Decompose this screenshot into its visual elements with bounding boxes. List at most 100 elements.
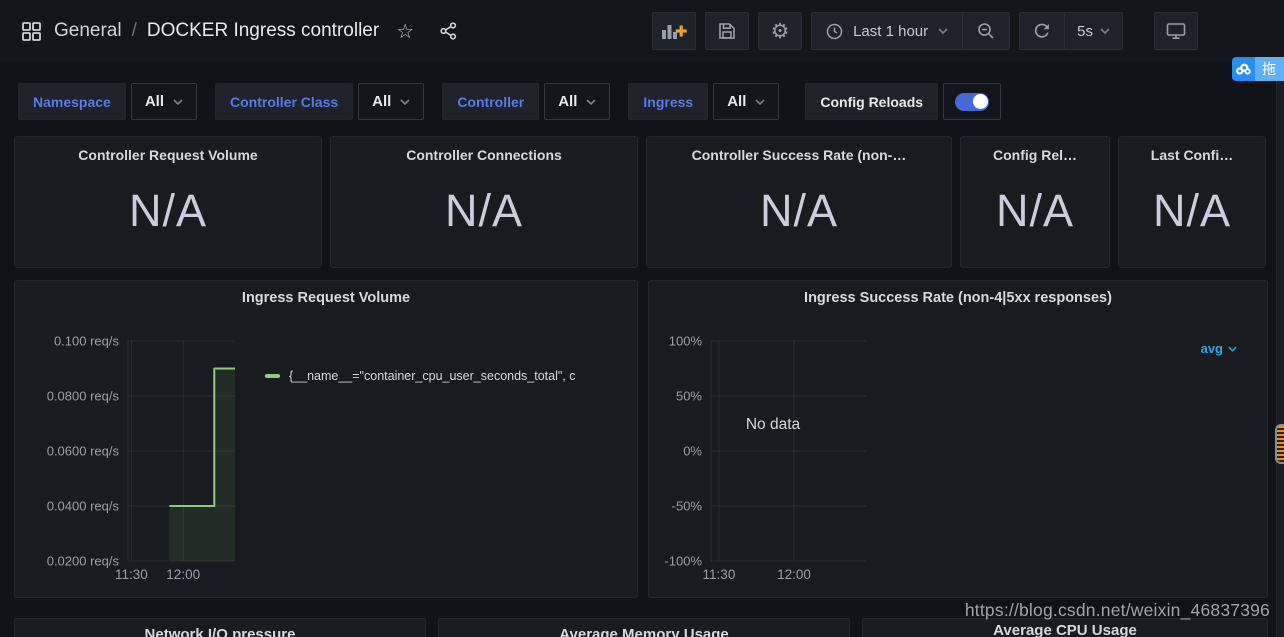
- variable-namespace-select[interactable]: All: [131, 83, 197, 120]
- refresh-button[interactable]: [1020, 13, 1064, 49]
- svg-text:0.0800 req/s: 0.0800 req/s: [47, 389, 120, 404]
- clock-icon: [826, 23, 843, 40]
- save-dashboard-button[interactable]: [705, 12, 749, 50]
- stat-value: N/A: [129, 155, 207, 267]
- variable-controller-class-label: Controller Class: [215, 83, 353, 120]
- variable-controller: Controller All: [442, 83, 610, 120]
- add-panel-button[interactable]: [652, 12, 696, 50]
- svg-text:0.0600 req/s: 0.0600 req/s: [47, 444, 120, 459]
- variable-controller-select[interactable]: All: [544, 83, 610, 120]
- stat-panel-controller-request-volume: Controller Request Volume N/A: [14, 136, 322, 268]
- legend-avg-dropdown[interactable]: avg: [1201, 341, 1237, 356]
- graph-panel-network-io-pressure: Network I/O pressure: [14, 618, 426, 637]
- variable-namespace-value: All: [145, 93, 164, 110]
- chevron-down-icon: [938, 28, 948, 34]
- svg-text:11:30: 11:30: [703, 567, 736, 582]
- variable-controller-class-select[interactable]: All: [358, 83, 424, 120]
- dashboard-settings-button[interactable]: ⚙: [758, 12, 802, 50]
- svg-text:50%: 50%: [676, 389, 702, 404]
- graph-panels-row: Ingress Request Volume 0.100 req/s0.0800…: [14, 280, 1284, 598]
- config-reloads-label: Config Reloads: [805, 83, 938, 120]
- stat-panel-config-reloads: Config Rel… N/A: [960, 136, 1110, 268]
- chevron-down-icon: [755, 99, 765, 105]
- svg-text:0.0200 req/s: 0.0200 req/s: [47, 554, 120, 569]
- legend-avg-label: avg: [1201, 341, 1223, 356]
- graph-panel-ingress-request-volume: Ingress Request Volume 0.100 req/s0.0800…: [14, 280, 638, 598]
- add-panel-icon: [661, 22, 687, 40]
- toggle-knob: [973, 94, 988, 109]
- breadcrumb-title[interactable]: DOCKER Ingress controller: [147, 20, 379, 42]
- chevron-down-icon: [1100, 28, 1110, 34]
- stat-panel-last-config: Last Confi… N/A: [1118, 136, 1266, 268]
- variable-ingress-label: Ingress: [628, 83, 708, 120]
- netdisk-cloud-icon: [1232, 57, 1255, 81]
- config-reloads-toggle[interactable]: [943, 83, 1001, 120]
- svg-text:12:00: 12:00: [777, 567, 811, 582]
- time-range-picker[interactable]: Last 1 hour: [812, 13, 962, 49]
- refresh-icon: [1033, 22, 1051, 40]
- svg-text:0.0400 req/s: 0.0400 req/s: [47, 499, 120, 514]
- variable-namespace-label: Namespace: [18, 83, 126, 120]
- drag-handle[interactable]: [1275, 424, 1284, 464]
- variable-ingress-value: All: [727, 93, 746, 110]
- watermark-url: https://blog.csdn.net/weixin_46837396: [965, 600, 1270, 621]
- svg-text:-100%: -100%: [664, 554, 702, 569]
- panel-title[interactable]: Average Memory Usage: [439, 626, 849, 637]
- svg-text:No data: No data: [746, 416, 801, 433]
- panel-title[interactable]: Average CPU Usage: [863, 622, 1267, 637]
- scrollbar[interactable]: [1276, 62, 1284, 637]
- variable-ingress-select[interactable]: All: [713, 83, 779, 120]
- top-nav: General / DOCKER Ingress controller ☆: [0, 0, 1284, 62]
- variable-controller-value: All: [558, 93, 577, 110]
- chevron-down-icon: [173, 99, 183, 105]
- refresh-interval-picker[interactable]: 5s: [1064, 13, 1122, 49]
- stat-panels-row: Controller Request Volume N/A Controller…: [14, 136, 1284, 268]
- variable-namespace: Namespace All: [18, 83, 197, 120]
- toggle-pill: [955, 93, 989, 111]
- breadcrumb-separator: /: [132, 20, 137, 42]
- save-icon: [718, 22, 736, 40]
- refresh-interval-label: 5s: [1077, 23, 1093, 40]
- variable-controller-label: Controller: [442, 83, 539, 120]
- variable-ingress: Ingress All: [628, 83, 779, 120]
- graph-panel-average-memory-usage: Average Memory Usage: [438, 618, 850, 637]
- time-range-label: Last 1 hour: [853, 23, 928, 40]
- stat-value: N/A: [1153, 155, 1231, 267]
- panel-title[interactable]: Network I/O pressure: [15, 626, 425, 637]
- graph-panel-ingress-success-rate: Ingress Success Rate (non-4|5xx response…: [648, 280, 1268, 598]
- zoom-out-button[interactable]: [962, 13, 1009, 49]
- svg-text:-50%: -50%: [672, 499, 703, 514]
- variable-controller-class: Controller Class All: [215, 83, 424, 120]
- star-icon[interactable]: ☆: [396, 19, 414, 44]
- time-picker-group: Last 1 hour: [811, 12, 1010, 50]
- config-reloads-control: Config Reloads: [805, 83, 1001, 120]
- svg-text:12:00: 12:00: [166, 567, 200, 582]
- legend-series-swatch: [265, 374, 280, 378]
- legend-item[interactable]: {__name__="container_cpu_user_seconds_to…: [265, 369, 631, 383]
- tv-mode-button[interactable]: [1154, 12, 1198, 50]
- refresh-group: 5s: [1019, 12, 1123, 50]
- extension-badge[interactable]: 拖: [1232, 57, 1284, 81]
- time-series-plot[interactable]: 100% 50% 0% -50% -100%11:30 12:00 No data: [649, 281, 1268, 598]
- stat-panel-controller-success-rate: Controller Success Rate (non-… N/A: [646, 136, 952, 268]
- svg-text:100%: 100%: [669, 334, 703, 349]
- legend-series-name: {__name__="container_cpu_user_seconds_to…: [289, 369, 576, 383]
- variable-controller-class-value: All: [372, 93, 391, 110]
- extension-badge-text: 拖: [1255, 57, 1284, 81]
- svg-text:11:30: 11:30: [115, 567, 148, 582]
- time-series-plot[interactable]: 0.100 req/s 0.0800 req/s 0.0600 req/s 0.040…: [15, 281, 638, 598]
- stat-panel-controller-connections: Controller Connections N/A: [330, 136, 638, 268]
- svg-text:0.100 req/s: 0.100 req/s: [54, 334, 120, 349]
- share-icon[interactable]: [439, 22, 458, 40]
- chevron-down-icon: [1228, 346, 1237, 352]
- stat-value: N/A: [996, 155, 1074, 267]
- chevron-down-icon: [400, 99, 410, 105]
- stat-value: N/A: [445, 155, 523, 267]
- chevron-down-icon: [586, 99, 596, 105]
- breadcrumb-folder[interactable]: General: [54, 20, 122, 42]
- dashboards-grid-icon[interactable]: [22, 22, 41, 41]
- dashboard-variables-row: Namespace All Controller Class All Contr…: [18, 83, 1284, 120]
- tv-mode-icon: [1166, 22, 1186, 40]
- svg-text:0%: 0%: [683, 444, 702, 459]
- settings-gear-icon: ⚙: [771, 21, 790, 42]
